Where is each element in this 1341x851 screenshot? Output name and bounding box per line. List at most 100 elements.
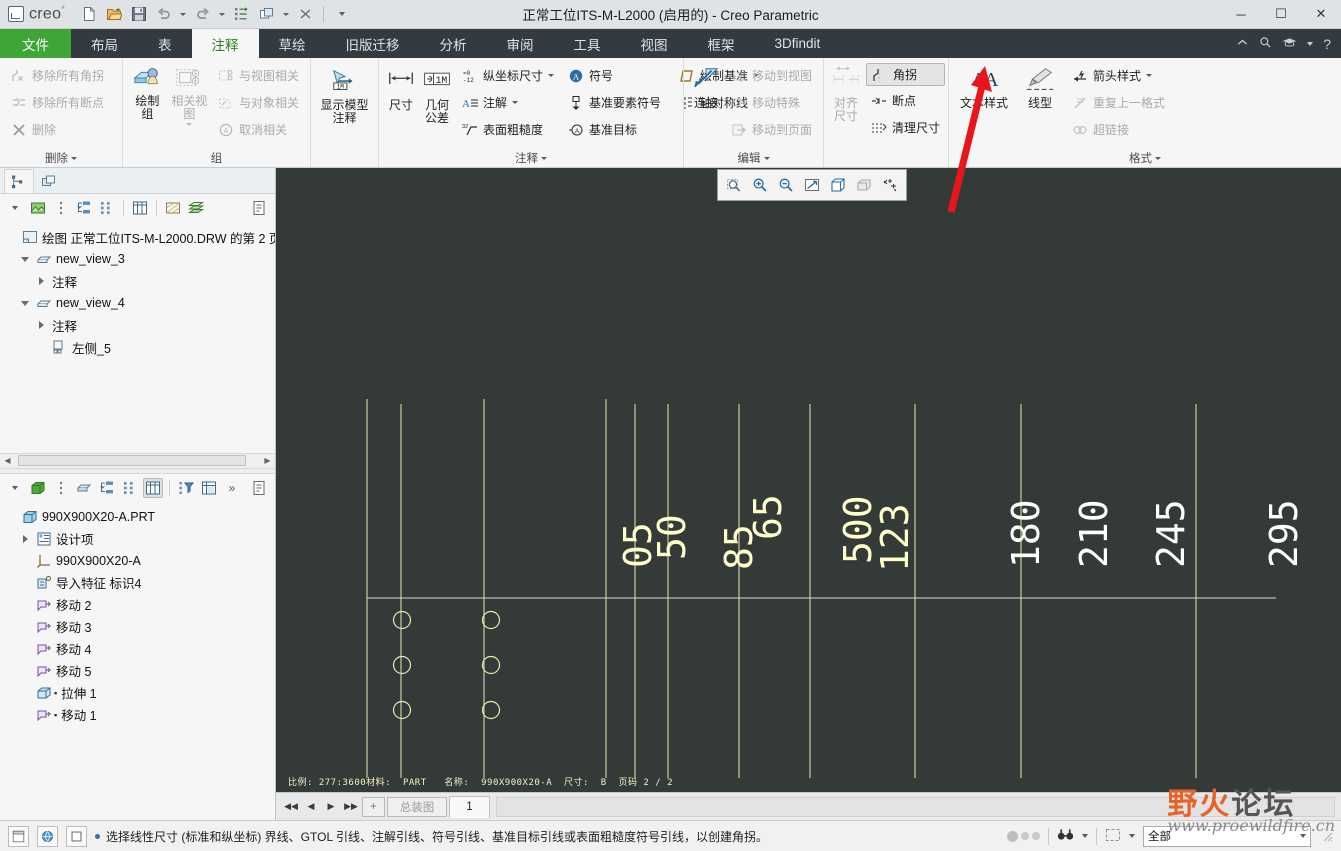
note-button[interactable]: A 注解: [457, 90, 559, 115]
add-sheet-button[interactable]: +: [362, 796, 385, 817]
tab-layout[interactable]: 布局: [71, 29, 138, 58]
remove-all-breaks-button[interactable]: 移除所有断点: [6, 90, 109, 115]
tree-row-annotations-2[interactable]: 注释: [0, 314, 275, 336]
drawing-tree-hscrollbar[interactable]: ◀ ▶: [0, 452, 275, 468]
group-title-annotations[interactable]: 注释: [385, 149, 677, 167]
scroll-track[interactable]: [15, 454, 260, 467]
arrow-style-button[interactable]: 箭头样式: [1067, 63, 1170, 88]
status-square-icon[interactable]: [66, 825, 87, 847]
remove-all-jogs-button[interactable]: 移除所有角拐: [6, 63, 109, 88]
maximize-button[interactable]: ☐: [1261, 0, 1301, 28]
redo-dropdown-icon[interactable]: [216, 3, 228, 26]
open-file-icon[interactable]: [102, 3, 125, 26]
twisty-open[interactable]: [18, 300, 32, 306]
status-globe-icon[interactable]: [37, 825, 58, 847]
shading-icon[interactable]: [852, 173, 876, 197]
tab-legacy[interactable]: 旧版迁移: [326, 29, 420, 58]
window-dropdown-icon[interactable]: [280, 3, 292, 26]
model-tree-tab[interactable]: [4, 169, 34, 193]
tab-framework[interactable]: 框架: [688, 29, 755, 58]
text-style-button[interactable]: A A 文本样式: [955, 61, 1013, 112]
tree-columns-icon[interactable]: [130, 198, 150, 218]
redo-icon[interactable]: [191, 3, 214, 26]
cleanup-dimensions-button[interactable]: 清理尺寸: [866, 115, 945, 140]
tree-row-part[interactable]: 990X900X20-A.PRT: [0, 506, 275, 528]
model-settings-icon[interactable]: [250, 478, 270, 498]
model-filter-caret-icon[interactable]: [5, 478, 25, 498]
model-filter-icon[interactable]: [176, 478, 196, 498]
relate-to-object-button[interactable]: 与对象相关: [213, 90, 304, 115]
new-file-icon[interactable]: [77, 3, 100, 26]
align-dimensions-button[interactable]: 对齐尺寸: [830, 61, 862, 125]
tree-row-import-feature[interactable]: 导入特征 标识4: [0, 572, 275, 594]
tree-row-move-5[interactable]: 移动 5: [0, 660, 275, 682]
tab-tools[interactable]: 工具: [554, 29, 621, 58]
help-graduation-icon[interactable]: [1282, 36, 1297, 52]
search-icon[interactable]: [1259, 36, 1272, 52]
model-tree-root-icon[interactable]: [28, 478, 48, 498]
tree-row-new-view-4[interactable]: new_view_4: [0, 292, 275, 314]
chevron-down-icon[interactable]: [1146, 74, 1153, 77]
twisty-closed[interactable]: [34, 277, 48, 285]
tree-filter-caret-icon[interactable]: [5, 198, 25, 218]
unrelate-button[interactable]: A 取消相关: [213, 117, 304, 142]
datum-target-button[interactable]: A 基准目标: [563, 117, 666, 142]
group-expander-caret-icon[interactable]: [1155, 156, 1161, 160]
help-dropdown-caret-icon[interactable]: [1307, 41, 1314, 46]
symbol-button[interactable]: A 符号: [563, 63, 666, 88]
tab-analysis[interactable]: 分析: [420, 29, 487, 58]
chevron-down-icon[interactable]: [1300, 834, 1306, 838]
twisty-open[interactable]: [18, 256, 32, 262]
tab-table[interactable]: 表: [138, 29, 192, 58]
tree-row-left-5[interactable]: 左侧_5: [0, 336, 275, 358]
tab-file[interactable]: 文件: [0, 29, 71, 58]
tree-row-annotations-1[interactable]: 注释: [0, 270, 275, 292]
help-question-icon[interactable]: ?: [1323, 36, 1331, 52]
group-title-format[interactable]: 格式: [955, 149, 1335, 167]
scroll-thumb[interactable]: [18, 455, 246, 466]
model-menu-icon[interactable]: [51, 478, 71, 498]
tree-view-icon[interactable]: [28, 198, 48, 218]
datum-feature-symbol-button[interactable]: 基准要素符号: [563, 90, 666, 115]
ordinate-dimension-button[interactable]: =0 -12 纵坐标尺寸: [457, 63, 559, 88]
attach-button[interactable]: 连接: [690, 61, 722, 112]
zoom-out-icon[interactable]: [774, 173, 798, 197]
twisty-closed[interactable]: [18, 534, 32, 543]
collapse-ribbon-icon[interactable]: [1236, 36, 1249, 52]
search-dropdown-caret-icon[interactable]: [1082, 834, 1088, 838]
scroll-right-arrow-icon[interactable]: ▶: [260, 453, 275, 468]
resize-grip-icon[interactable]: [1321, 830, 1333, 842]
group-title-edit[interactable]: 编辑: [690, 149, 817, 167]
delete-button[interactable]: 删除: [6, 117, 109, 142]
related-view-button[interactable]: 相关视图: [170, 61, 209, 128]
tree-row-move-4[interactable]: 移动 4: [0, 638, 275, 660]
group-expander-caret-icon[interactable]: [763, 156, 770, 160]
move-to-view-button[interactable]: 移动到视图: [726, 63, 817, 88]
tree-list-icon[interactable]: [97, 198, 117, 218]
group-expander-caret-icon[interactable]: [71, 156, 77, 160]
move-special-button[interactable]: 移动特殊: [726, 90, 817, 115]
scroll-left-arrow-icon[interactable]: ◀: [0, 453, 15, 468]
line-style-button[interactable]: 线型: [1017, 61, 1063, 112]
assembly-sheet-tab[interactable]: 总装图: [386, 796, 448, 817]
model-columns-icon[interactable]: [143, 477, 163, 498]
group-expander-caret-icon[interactable]: [541, 156, 547, 160]
twisty-closed[interactable]: [34, 321, 48, 329]
minimize-button[interactable]: ─: [1221, 0, 1261, 28]
search-binoculars-icon[interactable]: [1057, 827, 1074, 845]
tab-sketch[interactable]: 草绘: [259, 29, 326, 58]
tree-row-csys[interactable]: 990X900X20-A: [0, 550, 275, 572]
geometric-tolerance-button[interactable]: 1M 几何公差: [421, 61, 453, 127]
tab-annotate[interactable]: 注释: [191, 29, 259, 58]
tree-row-drawing[interactable]: 绘图 正常工位ITS-M-L2000.DRW 的第 2 页: [0, 226, 275, 248]
dimension-button[interactable]: 尺寸: [385, 61, 417, 114]
tree-row-move-3[interactable]: 移动 3: [0, 616, 275, 638]
tree-expand-icon[interactable]: [74, 198, 94, 218]
draft-group-button[interactable]: 绘制组: [129, 61, 166, 123]
chevron-down-icon[interactable]: [512, 101, 519, 104]
tree-row-move-1[interactable]: ▪ 移动 1: [0, 704, 275, 726]
jog-button[interactable]: 角拐: [866, 63, 946, 86]
tree-layers-icon[interactable]: [186, 198, 206, 218]
display-style-icon[interactable]: [826, 173, 850, 197]
current-sheet-tab[interactable]: 1: [449, 795, 490, 818]
